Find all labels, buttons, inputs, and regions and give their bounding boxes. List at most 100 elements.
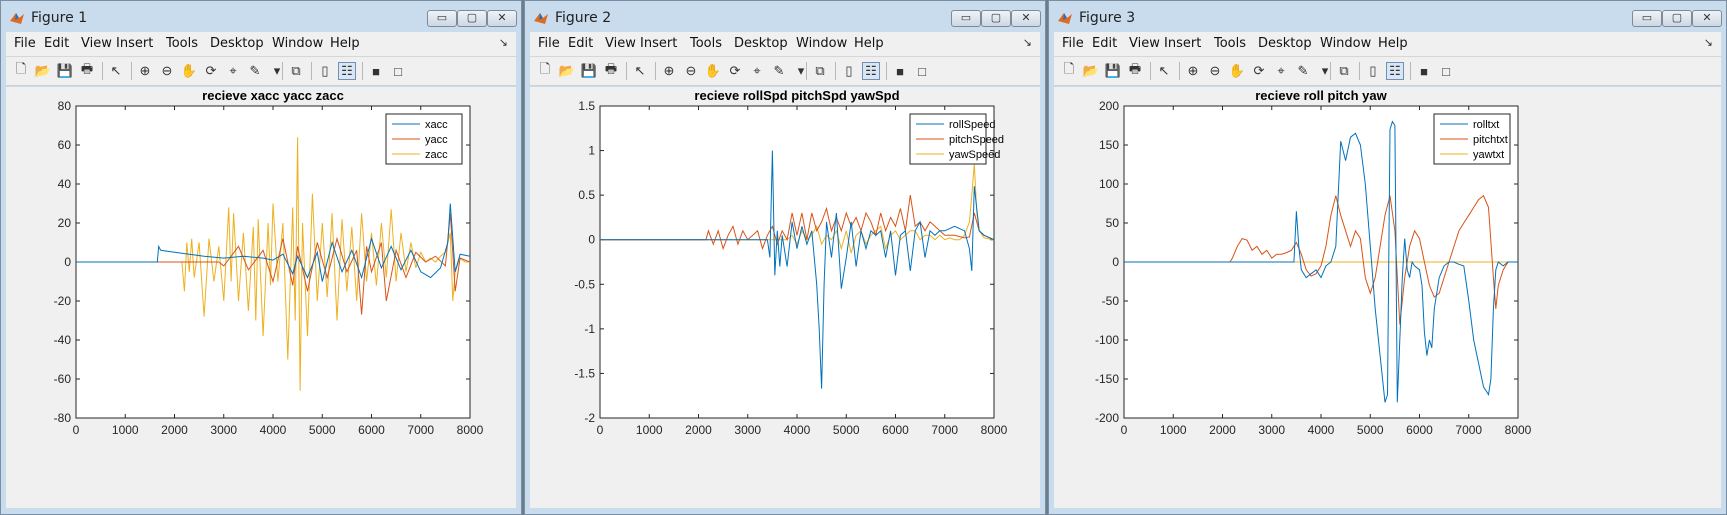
title-bar[interactable]: Figure 1 ▭ ▢ ✕ bbox=[1, 1, 521, 35]
open-file-icon[interactable]: 📂 bbox=[34, 62, 52, 80]
pointer-icon[interactable]: ↖ bbox=[107, 62, 125, 80]
rotate-icon[interactable]: ⟳ bbox=[1250, 62, 1268, 80]
link-plot-icon[interactable]: ⧉ bbox=[1335, 62, 1353, 80]
save-icon[interactable]: 💾 bbox=[580, 62, 598, 80]
title-bar[interactable]: Figure 3 ▭ ▢ ✕ bbox=[1049, 1, 1726, 35]
menu-window[interactable]: Window bbox=[796, 36, 847, 51]
close-button[interactable]: ✕ bbox=[487, 10, 517, 27]
menu-file[interactable]: File bbox=[1062, 36, 1084, 51]
figure-window-3[interactable]: Figure 3 ▭ ▢ ✕ File Edit View Insert Tools Deskto… bbox=[1048, 0, 1727, 515]
zoom-out-icon[interactable]: ⊖ bbox=[158, 62, 176, 80]
dock-arrow-icon[interactable]: ↘ bbox=[1704, 36, 1713, 49]
print-icon[interactable]: 🖶 bbox=[1126, 61, 1144, 80]
menu-edit[interactable]: Edit bbox=[44, 36, 69, 51]
zoom-in-icon[interactable]: ⊕ bbox=[660, 62, 678, 80]
menu-view[interactable]: View bbox=[605, 36, 636, 51]
legend[interactable]: rolltxt pitchtxt yawtxt bbox=[1433, 113, 1511, 165]
save-icon[interactable]: 💾 bbox=[1104, 62, 1122, 80]
zoom-out-icon[interactable]: ⊖ bbox=[682, 62, 700, 80]
maximize-button[interactable]: ▢ bbox=[981, 10, 1011, 27]
x-tick-label: 6000 bbox=[358, 423, 385, 437]
brush-icon[interactable]: ✎ bbox=[1294, 62, 1312, 80]
minimize-button[interactable]: ▭ bbox=[951, 10, 981, 27]
hide-plot-tools-icon[interactable]: ■ bbox=[891, 62, 909, 80]
print-icon[interactable]: 🖶 bbox=[78, 61, 96, 80]
show-plot-tools-icon[interactable]: □ bbox=[913, 62, 931, 80]
link-plot-icon[interactable]: ⧉ bbox=[811, 62, 829, 80]
menu-help[interactable]: Help bbox=[854, 36, 884, 51]
rotate-icon[interactable]: ⟳ bbox=[202, 62, 220, 80]
minimize-button[interactable]: ▭ bbox=[427, 10, 457, 27]
pan-icon[interactable]: ✋ bbox=[180, 62, 198, 80]
legend[interactable]: rollSpeed pitchSpeed yawSpeed bbox=[909, 113, 1004, 165]
menu-insert[interactable]: Insert bbox=[1164, 36, 1201, 51]
legend[interactable]: xacc yacc zacc bbox=[385, 113, 463, 165]
dock-arrow-icon[interactable]: ↘ bbox=[1023, 36, 1032, 49]
menu-edit[interactable]: Edit bbox=[1092, 36, 1117, 51]
menu-edit[interactable]: Edit bbox=[568, 36, 593, 51]
title-bar[interactable]: Figure 2 ▭ ▢ ✕ bbox=[525, 1, 1045, 35]
rotate-icon[interactable]: ⟳ bbox=[726, 62, 744, 80]
maximize-button[interactable]: ▢ bbox=[1662, 10, 1692, 27]
zoom-in-icon[interactable]: ⊕ bbox=[1184, 62, 1202, 80]
pan-icon[interactable]: ✋ bbox=[704, 62, 722, 80]
minimize-button[interactable]: ▭ bbox=[1632, 10, 1662, 27]
menu-help[interactable]: Help bbox=[330, 36, 360, 51]
dock-arrow-icon[interactable]: ↘ bbox=[499, 36, 508, 49]
colorbar-icon[interactable]: ▯ bbox=[1364, 62, 1382, 80]
menu-view[interactable]: View bbox=[81, 36, 112, 51]
close-button[interactable]: ✕ bbox=[1692, 10, 1722, 27]
menu-desktop[interactable]: Desktop bbox=[734, 36, 788, 51]
pan-icon[interactable]: ✋ bbox=[1228, 62, 1246, 80]
new-figure-icon[interactable]: 🗋 bbox=[12, 61, 30, 80]
data-cursor-icon[interactable]: ⌖ bbox=[1272, 62, 1290, 80]
menu-desktop[interactable]: Desktop bbox=[210, 36, 264, 51]
hide-plot-tools-icon[interactable]: ■ bbox=[367, 62, 385, 80]
new-figure-icon[interactable]: 🗋 bbox=[536, 61, 554, 80]
close-button[interactable]: ✕ bbox=[1011, 10, 1041, 27]
menu-file[interactable]: File bbox=[14, 36, 36, 51]
menu-help[interactable]: Help bbox=[1378, 36, 1408, 51]
colorbar-icon[interactable]: ▯ bbox=[316, 62, 334, 80]
print-icon[interactable]: 🖶 bbox=[602, 61, 620, 80]
menu-tools[interactable]: Tools bbox=[690, 36, 722, 51]
figure-window-2[interactable]: Figure 2 ▭ ▢ ✕ File Edit View Insert Tools Deskto… bbox=[524, 0, 1046, 515]
zoom-in-icon[interactable]: ⊕ bbox=[136, 62, 154, 80]
brush-icon[interactable]: ✎ bbox=[246, 62, 264, 80]
chart-title: recieve xacc yacc zacc bbox=[202, 88, 344, 103]
maximize-button[interactable]: ▢ bbox=[457, 10, 487, 27]
legend-icon[interactable]: ☷ bbox=[338, 62, 356, 80]
figure-window-1[interactable]: Figure 1 ▭ ▢ ✕ File Edit View Insert Tools Deskto… bbox=[0, 0, 522, 515]
menu-bar: File Edit View Insert Tools Desktop Window Help… bbox=[1054, 32, 1721, 57]
legend-icon[interactable]: ☷ bbox=[862, 62, 880, 80]
menu-desktop[interactable]: Desktop bbox=[1258, 36, 1312, 51]
legend-icon[interactable]: ☷ bbox=[1386, 62, 1404, 80]
menu-tools[interactable]: Tools bbox=[166, 36, 198, 51]
menu-insert[interactable]: Insert bbox=[640, 36, 677, 51]
menu-insert[interactable]: Insert bbox=[116, 36, 153, 51]
data-cursor-icon[interactable]: ⌖ bbox=[748, 62, 766, 80]
link-plot-icon[interactable]: ⧉ bbox=[287, 62, 305, 80]
show-plot-tools-icon[interactable]: □ bbox=[389, 62, 407, 80]
chart: recieve rollSpd pitchSpd yawSpd 0 1000 2000… bbox=[574, 88, 1007, 437]
brush-icon[interactable]: ✎ bbox=[770, 62, 788, 80]
open-file-icon[interactable]: 📂 bbox=[558, 62, 576, 80]
colorbar-icon[interactable]: ▯ bbox=[840, 62, 858, 80]
menu-file[interactable]: File bbox=[538, 36, 560, 51]
brush-menu-icon[interactable]: ▾ bbox=[268, 62, 286, 80]
open-file-icon[interactable]: 📂 bbox=[1082, 62, 1100, 80]
save-icon[interactable]: 💾 bbox=[56, 62, 74, 80]
brush-menu-icon[interactable]: ▾ bbox=[1316, 62, 1334, 80]
pointer-icon[interactable]: ↖ bbox=[1155, 62, 1173, 80]
hide-plot-tools-icon[interactable]: ■ bbox=[1415, 62, 1433, 80]
new-figure-icon[interactable]: 🗋 bbox=[1060, 61, 1078, 80]
show-plot-tools-icon[interactable]: □ bbox=[1437, 62, 1455, 80]
menu-view[interactable]: View bbox=[1129, 36, 1160, 51]
menu-window[interactable]: Window bbox=[272, 36, 323, 51]
menu-window[interactable]: Window bbox=[1320, 36, 1371, 51]
menu-tools[interactable]: Tools bbox=[1214, 36, 1246, 51]
zoom-out-icon[interactable]: ⊖ bbox=[1206, 62, 1224, 80]
pointer-icon[interactable]: ↖ bbox=[631, 62, 649, 80]
data-cursor-icon[interactable]: ⌖ bbox=[224, 62, 242, 80]
brush-menu-icon[interactable]: ▾ bbox=[792, 62, 810, 80]
